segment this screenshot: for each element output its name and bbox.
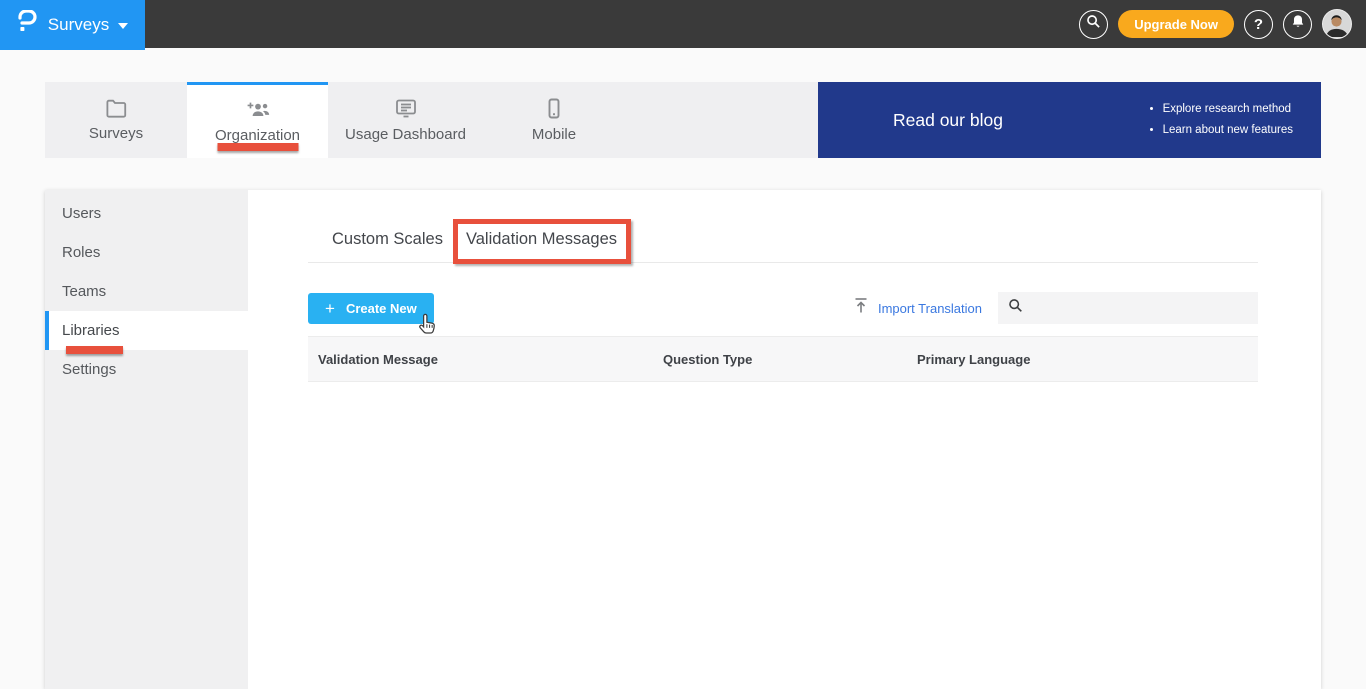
plus-icon: + xyxy=(325,298,335,318)
annotation-underline xyxy=(217,143,298,151)
module-nav: Surveys Organization Usage Dashboard Mob… xyxy=(45,82,1321,158)
import-translation-link[interactable]: Import Translation xyxy=(853,297,982,319)
module-tab-label: Mobile xyxy=(531,125,577,143)
promo-bullet: Learn about new features xyxy=(1163,120,1293,141)
mobile-icon xyxy=(543,98,565,119)
product-name: Surveys xyxy=(47,15,110,34)
product-switcher[interactable]: Surveys xyxy=(0,0,145,50)
module-tab-label: Organization xyxy=(214,126,301,144)
bell-icon xyxy=(1291,14,1305,34)
question-mark-icon: ? xyxy=(1253,15,1264,33)
import-icon xyxy=(853,297,869,319)
module-tab-label: Usage Dashboard xyxy=(345,125,466,143)
sidebar-item-label: Libraries xyxy=(62,322,120,339)
search-icon xyxy=(1086,14,1101,34)
promo-banner[interactable]: Read our blog Explore research method Le… xyxy=(818,82,1321,158)
column-header-primary-language: Primary Language xyxy=(917,351,1031,367)
sidebar-item-libraries[interactable]: Libraries xyxy=(45,311,248,354)
questionpro-logo-icon xyxy=(17,8,39,41)
sidebar-item-teams[interactable]: Teams xyxy=(45,272,248,311)
module-tab-usage-dashboard[interactable]: Usage Dashboard xyxy=(328,82,483,158)
sidebar-item-roles[interactable]: Roles xyxy=(45,233,248,272)
topbar: Upgrade Now ? xyxy=(0,0,1366,48)
main-panel: Users Roles Teams Libraries Settings Cus… xyxy=(45,190,1321,689)
help-button[interactable]: ? xyxy=(1244,9,1273,39)
promo-title[interactable]: Read our blog xyxy=(893,110,1003,131)
create-new-button[interactable]: + Create New xyxy=(308,292,434,324)
search-button[interactable] xyxy=(1079,9,1109,39)
people-add-icon xyxy=(245,100,271,120)
folder-icon xyxy=(105,98,128,118)
chevron-down-icon xyxy=(118,23,129,29)
toolbar-right: Import Translation xyxy=(853,292,1258,324)
notifications-button[interactable] xyxy=(1283,9,1312,39)
toolbar: + Create New Import Translation xyxy=(308,292,1258,334)
module-tab-surveys[interactable]: Surveys xyxy=(45,82,187,158)
annotation-underline xyxy=(66,346,123,354)
table-search[interactable] xyxy=(998,292,1258,324)
sidebar: Users Roles Teams Libraries Settings xyxy=(45,190,248,689)
module-tab-organization[interactable]: Organization xyxy=(187,82,328,158)
tab-custom-scales[interactable]: Custom Scales xyxy=(332,230,443,262)
app-root: Upgrade Now ? Surveys Surveys Organizati… xyxy=(0,0,1366,689)
dashboard-icon xyxy=(394,98,418,119)
module-tab-label: Surveys xyxy=(88,125,144,142)
search-input[interactable] xyxy=(1029,292,1258,324)
user-avatar[interactable] xyxy=(1322,9,1352,39)
upgrade-now-button[interactable]: Upgrade Now xyxy=(1118,10,1234,38)
module-tab-mobile[interactable]: Mobile xyxy=(483,82,625,158)
promo-bullet: Explore research method xyxy=(1163,99,1293,120)
sidebar-item-settings[interactable]: Settings xyxy=(45,350,248,389)
tab-validation-messages[interactable]: Validation Messages xyxy=(452,219,631,264)
topbar-actions: Upgrade Now ? xyxy=(1079,0,1352,48)
content-tabs: Custom Scales Validation Messages xyxy=(308,219,1258,264)
tab-label: Validation Messages xyxy=(465,230,617,248)
column-header-question-type: Question Type xyxy=(663,351,753,367)
table-header: Validation Message Question Type Primary… xyxy=(308,336,1258,382)
libraries-content: Custom Scales Validation Messages + Crea… xyxy=(248,190,1321,689)
sidebar-item-users[interactable]: Users xyxy=(45,194,248,233)
promo-bullet-list: Explore research method Learn about new … xyxy=(1147,99,1293,141)
import-translation-label: Import Translation xyxy=(877,300,982,316)
search-icon xyxy=(1008,298,1023,318)
create-new-label: Create New xyxy=(345,300,417,316)
avatar-photo xyxy=(1323,10,1350,37)
column-header-validation-message: Validation Message xyxy=(318,351,438,367)
